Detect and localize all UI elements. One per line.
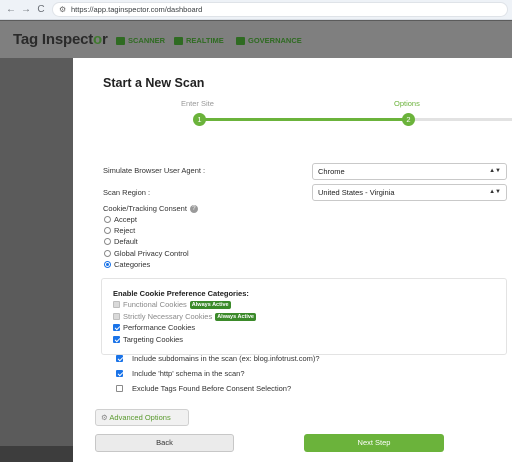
checkbox-disabled — [113, 313, 120, 320]
tag-inspector-logo[interactable]: Tag Inspector — [13, 31, 108, 48]
nav-scanner[interactable]: SCANNER — [116, 36, 165, 45]
select-arrows-icon: ▲▼ — [489, 189, 501, 195]
cookie-categories-panel: Enable Cookie Preference Categories: Fun… — [101, 278, 507, 355]
back-arrow-icon[interactable]: ← — [5, 3, 17, 16]
scan-region-select[interactable]: United States - Virginia ▲▼ — [312, 184, 507, 201]
checkbox-checked[interactable] — [116, 370, 123, 377]
consent-label: Cookie/Tracking Consent? — [103, 204, 198, 214]
nav-governance[interactable]: GOVERNANCE — [236, 36, 302, 45]
radio-button[interactable] — [104, 227, 111, 234]
step-label-options: Options — [394, 99, 420, 108]
app-header: Tag Inspector SCANNER REALTIME GOVERNANC… — [0, 21, 512, 58]
checkbox-checked[interactable] — [113, 324, 120, 331]
checkbox-unchecked[interactable] — [116, 385, 123, 392]
user-agent-select[interactable]: Chrome ▲▼ — [312, 163, 507, 180]
stepper-remaining-line — [408, 118, 512, 121]
forward-arrow-icon[interactable]: → — [20, 3, 32, 16]
reload-icon[interactable]: C — [35, 3, 47, 16]
camera-icon — [116, 36, 125, 45]
heartbeat-icon — [174, 36, 183, 45]
option-include-http[interactable]: Include 'http' schema in the scan? — [116, 369, 245, 378]
browser-toolbar: ← → C ⚙ https://app.taginspector.com/das… — [0, 0, 512, 20]
option-include-subdomains[interactable]: Include subdomains in the scan (ex: blog… — [116, 354, 320, 363]
consent-option-categories[interactable]: Categories — [104, 260, 150, 269]
radio-button[interactable] — [104, 250, 111, 257]
step-circle-2[interactable]: 2 — [402, 113, 415, 126]
bank-icon — [236, 36, 245, 45]
modal-title: Start a New Scan — [103, 76, 205, 90]
radio-button-selected[interactable] — [104, 261, 111, 268]
nav-realtime[interactable]: REALTIME — [174, 36, 224, 45]
new-scan-modal: Start a New Scan Enter Site Options 1 2 … — [73, 58, 512, 462]
always-active-badge: Always Active — [215, 312, 256, 321]
checkbox-checked[interactable] — [113, 336, 120, 343]
radio-button[interactable] — [104, 216, 111, 223]
gear-icon: ⚙ — [101, 413, 108, 422]
help-icon[interactable]: ? — [189, 205, 198, 214]
cookie-category-functional: Functional Cookies Always Active — [113, 300, 231, 309]
consent-option-reject[interactable]: Reject — [104, 226, 135, 235]
site-info-icon[interactable]: ⚙ — [59, 5, 66, 14]
stepper-progress-line — [199, 118, 408, 121]
address-bar[interactable]: ⚙ https://app.taginspector.com/dashboard — [52, 2, 508, 17]
checkbox-checked[interactable] — [116, 355, 123, 362]
next-step-button[interactable]: Next Step — [304, 434, 444, 452]
page-footer-dim — [0, 446, 73, 462]
step-label-enter-site: Enter Site — [181, 99, 214, 108]
back-button[interactable]: Back — [95, 434, 234, 452]
step-circle-1[interactable]: 1 — [193, 113, 206, 126]
scan-region-label: Scan Region : — [103, 188, 151, 197]
radio-button[interactable] — [104, 238, 111, 245]
checkbox-disabled — [113, 301, 120, 308]
consent-option-default[interactable]: Default — [104, 237, 138, 246]
cookie-category-performance[interactable]: Performance Cookies — [113, 323, 195, 332]
option-exclude-pre-consent[interactable]: Exclude Tags Found Before Consent Select… — [116, 384, 291, 393]
consent-option-gpc[interactable]: Global Privacy Control — [104, 249, 189, 258]
select-arrows-icon: ▲▼ — [489, 168, 501, 174]
consent-option-accept[interactable]: Accept — [104, 215, 137, 224]
cookie-category-targeting[interactable]: Targeting Cookies — [113, 335, 183, 344]
user-agent-label: Simulate Browser User Agent : — [103, 166, 206, 175]
cookie-category-strictly-necessary: Strictly Necessary Cookies Always Active — [113, 312, 256, 321]
cookie-categories-title: Enable Cookie Preference Categories: — [113, 289, 249, 298]
advanced-options-button[interactable]: ⚙ Advanced Options — [95, 409, 189, 426]
url-text[interactable]: https://app.taginspector.com/dashboard — [71, 5, 202, 14]
always-active-badge: Always Active — [189, 300, 231, 309]
